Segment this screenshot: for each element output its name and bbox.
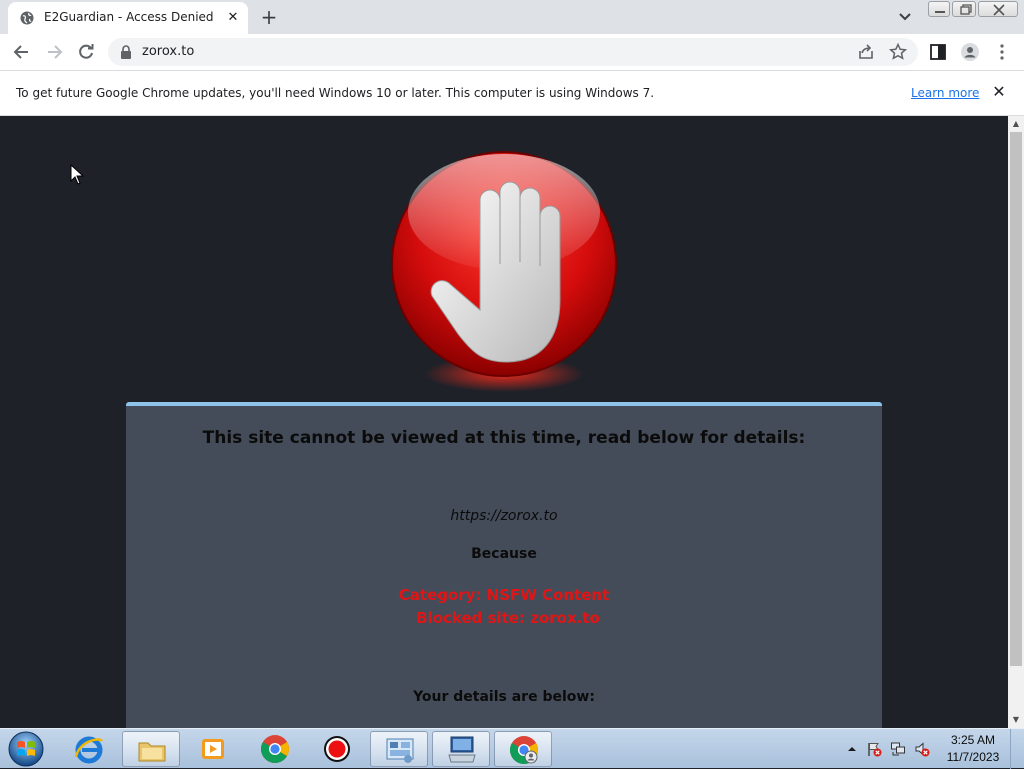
- control-panel-icon: [386, 738, 414, 763]
- tab-title: E2Guardian - Access Denied: [44, 10, 214, 24]
- url-text[interactable]: zorox.to: [142, 44, 194, 59]
- infobar-message: To get future Google Chrome updates, you…: [16, 86, 655, 100]
- taskbar-media-player[interactable]: [184, 731, 242, 767]
- chrome-icon: [261, 735, 289, 763]
- network-icon[interactable]: [890, 741, 906, 757]
- forward-arrow-icon[interactable]: [44, 42, 64, 62]
- share-icon[interactable]: [856, 42, 876, 62]
- show-hidden-icons-arrow-icon[interactable]: [844, 741, 860, 757]
- scroll-up-arrow-icon[interactable]: ▲: [1008, 116, 1024, 132]
- side-panel-icon[interactable]: [928, 42, 948, 62]
- menu-kebab-icon[interactable]: [992, 42, 1012, 62]
- clock-date[interactable]: 11/7/2023: [942, 750, 1004, 764]
- windows-taskbar: 3:25 AM 11/7/2023: [0, 728, 1024, 769]
- stop-hand-icon: [391, 151, 617, 392]
- new-tab-button[interactable]: +: [258, 6, 280, 28]
- taskbar-windows-explorer[interactable]: [122, 731, 180, 767]
- block-category: Category: NSFW Content: [398, 586, 610, 604]
- taskbar-remote-desktop[interactable]: [432, 731, 490, 767]
- taskbar-control-panel[interactable]: [370, 731, 428, 767]
- block-details-panel: This site cannot be viewed at this time,…: [126, 402, 882, 728]
- taskbar-internet-explorer[interactable]: [60, 731, 118, 767]
- tab-active[interactable]: E2Guardian - Access Denied ✕: [8, 2, 248, 34]
- page-content: This site cannot be viewed at this time,…: [0, 116, 1008, 728]
- learn-more-link[interactable]: Learn more: [911, 86, 979, 100]
- infobar-close-icon[interactable]: ✕: [990, 83, 1008, 101]
- action-center-flag-icon[interactable]: [866, 741, 882, 757]
- show-desktop-button[interactable]: [1010, 729, 1024, 769]
- folder-icon: [138, 742, 166, 762]
- scrollbar-thumb[interactable]: [1010, 132, 1022, 666]
- taskbar-screen-recorder[interactable]: [308, 731, 366, 767]
- because-label: Because: [471, 546, 537, 562]
- reload-icon[interactable]: [76, 42, 96, 62]
- browser-toolbar: zorox.to: [0, 34, 1024, 70]
- chrome-icon: [510, 736, 538, 764]
- monitor-keyboard-icon: [448, 736, 476, 763]
- blocked-site-reason: Blocked site: zorox.to: [416, 609, 600, 627]
- block-heading: This site cannot be viewed at this time,…: [202, 428, 806, 448]
- window-minimize-button[interactable]: [928, 1, 950, 17]
- window-close-button[interactable]: [978, 1, 1018, 17]
- media-player-icon: [202, 739, 224, 759]
- tab-search-chevron-icon[interactable]: [896, 8, 914, 26]
- scroll-down-arrow-icon[interactable]: ▼: [1008, 712, 1024, 728]
- globe-icon: [20, 11, 34, 25]
- record-icon: [324, 736, 350, 762]
- mouse-cursor-icon: [70, 164, 84, 185]
- bookmark-star-icon[interactable]: [888, 42, 908, 62]
- taskbar-google-chrome[interactable]: [246, 731, 304, 767]
- update-infobar: To get future Google Chrome updates, you…: [0, 70, 1024, 116]
- blocked-url: https://zorox.to: [450, 508, 558, 524]
- vertical-scrollbar[interactable]: ▲ ▼: [1008, 116, 1024, 728]
- system-tray: 3:25 AM 11/7/2023: [840, 729, 1024, 769]
- address-bar[interactable]: zorox.to: [108, 38, 918, 66]
- back-arrow-icon[interactable]: [12, 42, 32, 62]
- lock-icon[interactable]: [120, 45, 132, 59]
- volume-muted-icon[interactable]: [914, 741, 930, 757]
- internet-explorer-icon: [74, 736, 103, 764]
- window-restore-button[interactable]: [952, 1, 976, 17]
- windows-start-orb-icon[interactable]: [6, 730, 46, 768]
- clock-time[interactable]: 3:25 AM: [942, 733, 1004, 747]
- tab-close-icon[interactable]: ✕: [224, 9, 242, 27]
- taskbar-chrome-active[interactable]: [494, 731, 552, 767]
- tab-strip: E2Guardian - Access Denied ✕ +: [0, 0, 1024, 34]
- profile-avatar-icon[interactable]: [960, 42, 980, 62]
- details-heading: Your details are below:: [413, 689, 595, 705]
